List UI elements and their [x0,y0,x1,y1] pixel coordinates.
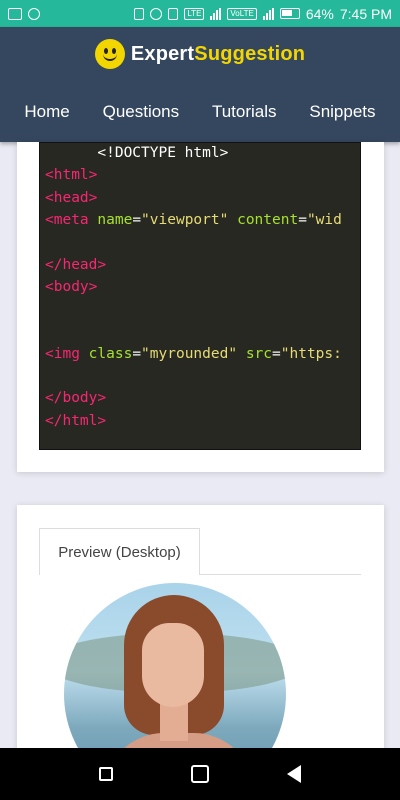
nav-home[interactable]: Home [24,102,69,122]
code-line: </html> [45,413,106,429]
code-token: "myrounded" [141,345,238,362]
code-line: </body> [45,390,106,406]
nav-tutorials[interactable]: Tutorials [212,102,277,122]
code-line: <head> [45,190,97,206]
site-header: ExpertSuggestion Home Questions Tutorial… [0,27,400,142]
code-token: <html> [45,167,98,184]
main-nav: Home Questions Tutorials Snippets [0,102,400,122]
code-token: </body> [45,390,107,407]
headset-icon [134,7,145,20]
code-token: <head> [45,189,98,206]
code-card: <!DOCTYPE html> <html> <head> <meta name="v… [17,142,384,472]
code-token: "https: [280,345,342,362]
code-token: = [132,211,142,228]
code-token: content [237,211,299,228]
status-left-icons [8,7,40,20]
brand-logo[interactable]: ExpertSuggestion [0,39,400,69]
nav-snippets[interactable]: Snippets [309,102,375,122]
status-bar: LTE VoLTE 64% 7:45 PM [0,0,400,27]
battery-icon [279,8,300,19]
vibrate-icon [168,7,179,20]
tab-preview-desktop[interactable]: Preview (Desktop) [39,528,200,575]
lte-badge: LTE [184,7,205,20]
code-token: name [97,211,133,228]
battery-percent: 64% [305,5,334,22]
code-token: <img [45,345,89,362]
code-line: <!DOCTYPE html> [45,145,228,161]
code-token: <!DOCTYPE html> [45,145,229,161]
home-button[interactable] [191,765,209,783]
brand-name-part1: Expert [130,42,195,65]
status-right-icons: LTE VoLTE 64% 7:45 PM [134,6,392,22]
preview-card: Preview (Desktop) [17,505,384,755]
nav-questions[interactable]: Questions [103,102,180,122]
hotspot-icon [150,7,163,20]
clock: 7:45 PM [339,5,392,22]
code-line: <html> [45,167,97,183]
rounded-profile-image [64,583,286,755]
system-nav-bar [0,748,400,800]
tab-divider [200,574,361,575]
code-line: <img class="myrounded" src="https: [45,346,342,362]
code-token: class [88,345,133,362]
brand-name-part2: Suggestion [194,42,306,65]
signal-icon-2 [262,7,274,20]
code-token: </html> [45,412,107,429]
code-line: </head> [45,257,106,273]
code-token: = [272,345,281,362]
volte-badge: VoLTE [227,7,257,20]
code-token: src [245,345,273,362]
signal-icon [210,7,222,20]
gallery-icon [8,7,22,20]
code-token: = [132,345,142,362]
code-token: "wid [306,211,342,228]
code-line: <meta name="viewport" content="wid [45,212,342,228]
code-block[interactable]: <!DOCTYPE html> <html> <head> <meta name="v… [39,142,361,450]
code-token: = [298,211,307,228]
recents-button[interactable] [99,767,113,781]
smiley-icon [94,39,125,69]
brand-name: ExpertSuggestion [131,43,305,66]
back-button[interactable] [287,765,301,783]
code-token: <meta [45,211,98,228]
code-token: <body> [45,278,98,295]
code-token: </head> [45,256,107,273]
code-line: <body> [45,279,97,295]
sync-icon [28,7,40,20]
code-token: "viewport" [141,211,229,228]
